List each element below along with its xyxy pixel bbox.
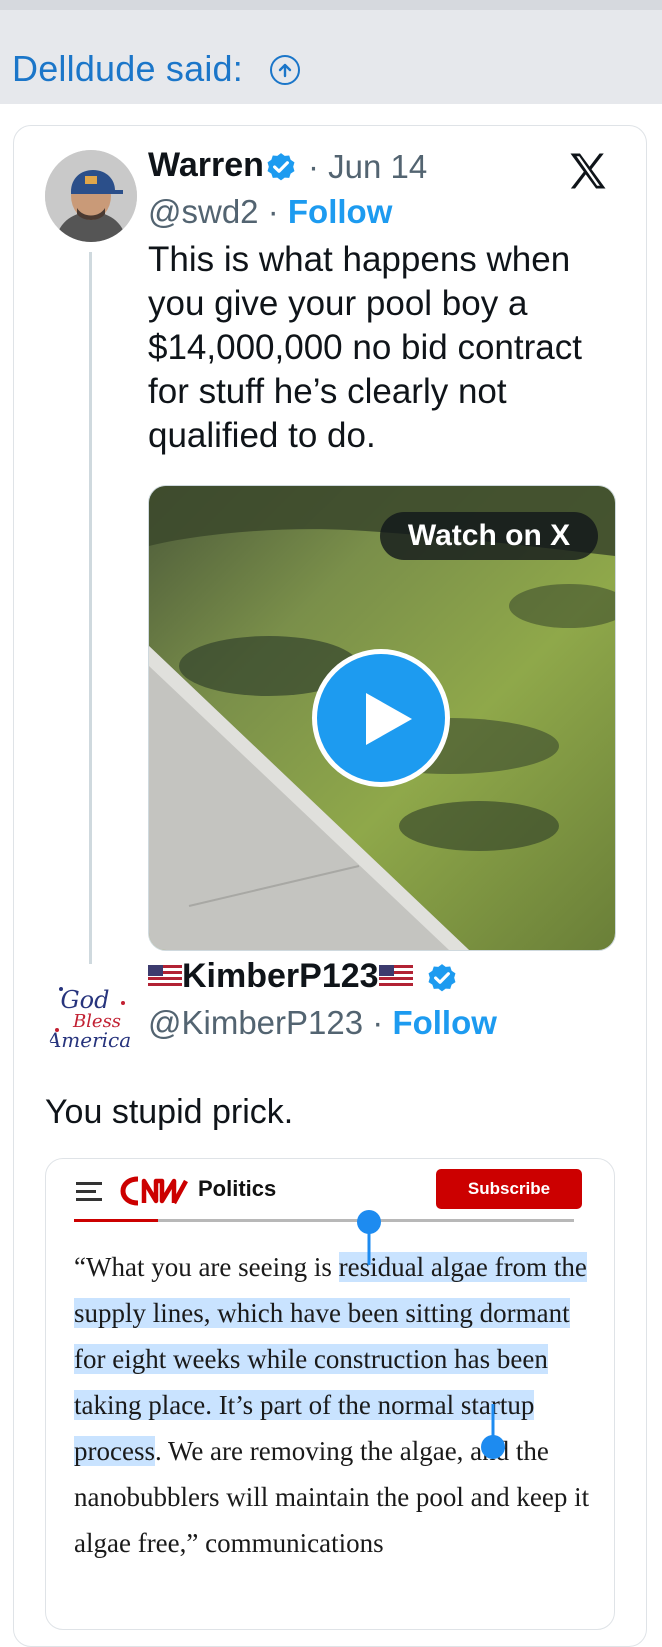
- warren-avatar[interactable]: [45, 150, 137, 242]
- x-logo-icon[interactable]: [567, 150, 609, 192]
- highlighted-selection: residual algae from the supply lines, wh…: [74, 1252, 587, 1466]
- kimber-avatar[interactable]: God Bless America: [45, 975, 137, 1067]
- date-separator: ·: [308, 148, 319, 185]
- tweet-handle-row: @swd2 · Follow: [148, 193, 392, 231]
- tweet-date[interactable]: · Jun 14: [308, 148, 427, 186]
- us-flag-icon: [148, 965, 182, 988]
- selection-end-handle: [481, 1404, 505, 1459]
- us-flag-icon: [378, 965, 413, 988]
- handle-separator: ·: [372, 1004, 384, 1041]
- verified-badge-icon: [428, 964, 456, 992]
- tweet-handle[interactable]: @swd2: [148, 193, 259, 230]
- article-body: “What you are seeing is residual algae f…: [74, 1244, 594, 1566]
- svg-text:God: God: [61, 986, 110, 1014]
- cnn-logo-icon: [118, 1173, 190, 1209]
- cnn-section-label: Politics: [198, 1176, 277, 1201]
- arrow-up-circle-icon[interactable]: [270, 55, 300, 85]
- verified-badge-icon: [267, 153, 295, 181]
- follow-button[interactable]: Follow: [392, 1004, 496, 1041]
- quote-author-label[interactable]: Delldude said:: [12, 48, 243, 90]
- reply-handle-row: @KimberP123 · Follow: [148, 1004, 497, 1042]
- article-body-pre: “What you are seeing is: [74, 1252, 339, 1282]
- tweet-author-name[interactable]: Warren: [148, 146, 264, 185]
- watch-on-x-button[interactable]: Watch on X: [380, 512, 598, 560]
- tweet-date-text: Jun 14: [328, 148, 428, 185]
- subscribe-button: Subscribe: [436, 1169, 582, 1209]
- reply-author-name[interactable]: KimberP123: [148, 957, 413, 996]
- cnn-article-screenshot[interactable]: Politics Subscribe “What you are seeing …: [45, 1158, 615, 1630]
- top-divider: [0, 0, 662, 10]
- reply-handle[interactable]: @KimberP123: [148, 1004, 363, 1041]
- menu-icon: [76, 1182, 102, 1201]
- quote-header: Delldude said:: [0, 10, 662, 104]
- handle-separator: ·: [267, 193, 279, 230]
- reply-author-name-text: KimberP123: [182, 957, 379, 995]
- thread-line: [89, 252, 92, 964]
- article-divider: [74, 1219, 574, 1222]
- selection-start-handle: [357, 1210, 381, 1265]
- reply-text: You stupid prick.: [45, 1093, 294, 1131]
- play-icon[interactable]: [312, 649, 450, 787]
- follow-button[interactable]: Follow: [288, 193, 392, 230]
- tweet-text: This is what happens when you give your …: [148, 240, 582, 455]
